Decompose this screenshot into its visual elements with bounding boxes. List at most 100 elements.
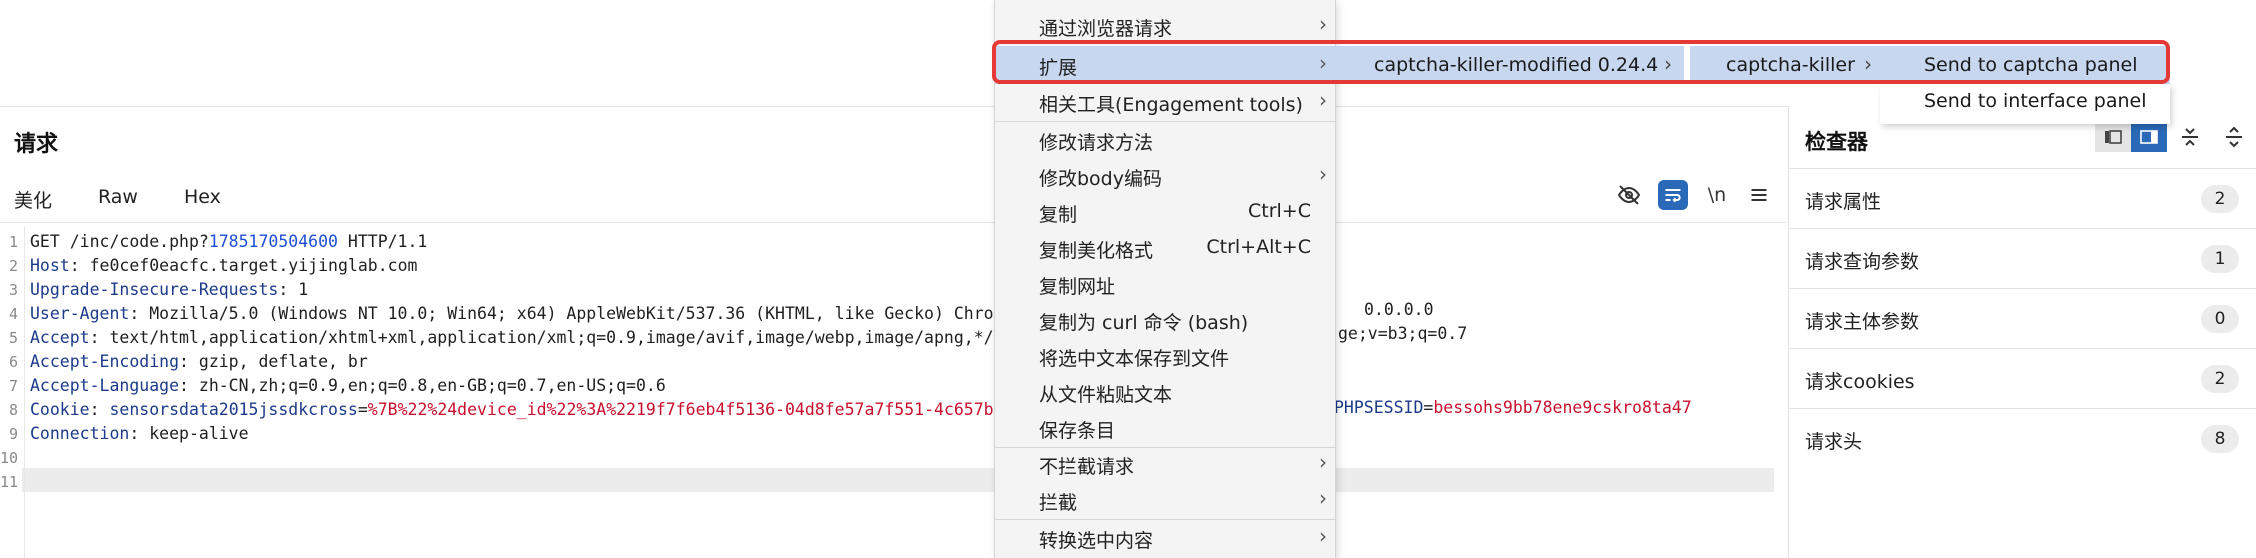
send-to-interface-panel[interactable]: Send to interface panel	[1880, 84, 2170, 124]
tab-pretty[interactable]: 美化	[14, 186, 52, 213]
menu-item-convert-selection[interactable]: 转换选中内容 ›	[995, 520, 1335, 556]
editor-line[interactable]: 3 Upgrade-Insecure-Requests: 1	[0, 278, 1786, 302]
token: Accept-Encoding	[30, 352, 180, 371]
action-label: Send to interface panel	[1924, 90, 2147, 112]
token: HTTP/1.1	[337, 232, 428, 251]
menu-item-label: 相关工具(Engagement tools)	[1039, 94, 1303, 116]
menu-item-paste-from-file[interactable]: 从文件粘贴文本	[995, 374, 1335, 410]
editor-line[interactable]: 9 Connection: keep-alive	[0, 422, 1786, 446]
token: %7B%22%24device_id%22%3A%2219f7f6eb4f513…	[367, 400, 994, 419]
token: Host	[30, 256, 70, 275]
line-text: Accept-Encoding: gzip, deflate, br	[30, 350, 368, 374]
menu-item-label: 复制	[1039, 204, 1078, 226]
tab-raw[interactable]: Raw	[98, 186, 138, 208]
wrap-lines-icon[interactable]	[1658, 180, 1688, 210]
line-number: 7	[8, 377, 18, 395]
inspector-row-label: 请求cookies	[1805, 371, 1915, 393]
editor-line[interactable]: 4 User-Agent: Mozilla/5.0 (Windows NT 10.…	[0, 302, 1786, 326]
line-number: 11	[0, 473, 19, 491]
menu-item-change-body-encoding[interactable]: 修改body编码 ›	[995, 158, 1335, 194]
line-text: Host: fe0cef0eacfc.target.yijinglab.com	[30, 254, 417, 278]
inspector-row-body-params[interactable]: 请求主体参数 0	[1789, 288, 2256, 349]
line-text: Accept: text/html,application/xhtml+xml,…	[30, 326, 994, 350]
expand-icon[interactable]	[2219, 122, 2249, 152]
menu-item-label: 转换选中内容	[1039, 530, 1154, 552]
line-text: User-Agent: Mozilla/5.0 (Windows NT 10.0…	[30, 302, 994, 326]
token: GET /inc/code.php?	[30, 232, 209, 251]
inspector-row-label: 请求头	[1805, 431, 1863, 453]
inspector-row-headers[interactable]: 请求头 8	[1789, 408, 2256, 469]
inspector-row-count: 2	[2201, 365, 2239, 393]
menu-item-save-selection[interactable]: 将选中文本保存到文件	[995, 338, 1335, 374]
line-number: 2	[8, 257, 18, 275]
request-editor[interactable]: 1 GET /inc/code.php?1785170504600 HTTP/1.…	[0, 226, 1786, 558]
layout-panel-icon[interactable]	[2131, 122, 2167, 152]
menu-item-shortcut: Ctrl+Alt+C	[1206, 236, 1311, 258]
editor-line[interactable]: 7 Accept-Language: zh-CN,zh;q=0.9,en;q=0.…	[0, 374, 1786, 398]
inspector-row-query-params[interactable]: 请求查询参数 1	[1789, 228, 2256, 289]
menu-icon[interactable]	[1744, 180, 1774, 210]
line-text: Accept-Language: zh-CN,zh;q=0.9,en;q=0.8…	[30, 374, 666, 398]
menu-item-request-in-browser[interactable]: 通过浏览器请求 ›	[995, 8, 1335, 44]
token: : zh-CN,zh;q=0.9,en;q=0.8,en-GB;q=0.7,en…	[179, 376, 666, 395]
token: : Mozilla/5.0 (Windows NT 10.0; Win64; x…	[129, 304, 994, 323]
inspector-layout-toggle	[2095, 122, 2167, 152]
token: Accept-Language	[30, 376, 180, 395]
menu-item-copy[interactable]: 复制 Ctrl+C	[995, 194, 1335, 230]
show-newlines-button[interactable]: \n	[1702, 180, 1732, 210]
editor-line[interactable]: 5 Accept: text/html,application/xhtml+xml…	[0, 326, 1786, 350]
token: : keep-alive	[129, 424, 249, 443]
submenu-arrow-icon: ›	[1319, 450, 1327, 474]
menu-item-save-item[interactable]: 保存条目	[995, 410, 1335, 446]
submenu-arrow-icon: ›	[1319, 12, 1327, 36]
layout-list-icon[interactable]	[2095, 122, 2131, 152]
inspector-row-label: 请求查询参数	[1805, 251, 1920, 273]
line4-overflow: 0.0.0.0	[1364, 300, 1434, 319]
inspector-row-count: 2	[2201, 185, 2239, 213]
inspector-row-count: 8	[2201, 425, 2239, 453]
line-text: Connection: keep-alive	[30, 422, 249, 446]
token: Accept	[30, 328, 90, 347]
inspector-row-count: 1	[2201, 245, 2239, 273]
line-number: 6	[8, 353, 18, 371]
line-number: 10	[0, 449, 19, 467]
menu-item-label: 保存条目	[1039, 420, 1116, 442]
tab-hex[interactable]: Hex	[184, 186, 221, 208]
menu-item-copy-url[interactable]: 复制网址	[995, 266, 1335, 302]
line-number: 5	[8, 329, 18, 347]
editor-line[interactable]: 6 Accept-Encoding: gzip, deflate, br	[0, 350, 1786, 374]
menu-item-change-method[interactable]: 修改请求方法	[995, 122, 1335, 158]
menu-item-label: 复制网址	[1039, 276, 1116, 298]
submenu-arrow-icon: ›	[1319, 486, 1327, 510]
menu-item-label: 复制美化格式	[1039, 240, 1154, 262]
editor-line[interactable]: 10	[0, 446, 1786, 470]
collapse-icon[interactable]	[2175, 122, 2205, 152]
menu-item-label: 从文件粘贴文本	[1039, 384, 1173, 406]
editor-line[interactable]: 1 GET /inc/code.php?1785170504600 HTTP/1.…	[0, 230, 1786, 254]
submenu-arrow-icon: ›	[1319, 88, 1327, 112]
menu-item-label: 修改body编码	[1039, 168, 1162, 190]
line-number: 1	[8, 233, 18, 251]
line-number: 8	[8, 401, 18, 419]
menu-item-dont-intercept[interactable]: 不拦截请求 ›	[995, 446, 1335, 482]
line-number: 9	[8, 425, 18, 443]
token: Upgrade-Insecure-Requests	[30, 280, 279, 299]
token: : gzip, deflate, br	[179, 352, 368, 371]
inspector-row-request-attributes[interactable]: 请求属性 2	[1789, 168, 2256, 229]
menu-item-copy-pretty[interactable]: 复制美化格式 Ctrl+Alt+C	[995, 230, 1335, 266]
editor-line[interactable]: 2 Host: fe0cef0eacfc.target.yijinglab.com	[0, 254, 1786, 278]
token: : fe0cef0eacfc.target.yijinglab.com	[69, 256, 418, 275]
menu-item-intercept[interactable]: 拦截 ›	[995, 482, 1335, 518]
line-text: GET /inc/code.php?1785170504600 HTTP/1.1	[30, 230, 427, 254]
request-tabs: 美化 Raw Hex	[0, 176, 1786, 223]
inspector-row-cookies[interactable]: 请求cookies 2	[1789, 348, 2256, 409]
menu-item-label: 不拦截请求	[1039, 456, 1135, 478]
menu-item-copy-curl[interactable]: 复制为 curl 命令 (bash)	[995, 302, 1335, 338]
inspector-row-label: 请求属性	[1805, 191, 1882, 213]
editor-line[interactable]: 11	[0, 470, 1786, 494]
token: :	[89, 400, 110, 419]
menu-item-label: 通过浏览器请求	[1039, 18, 1173, 40]
inspector-row-label: 请求主体参数	[1805, 311, 1920, 333]
menu-item-engagement-tools[interactable]: 相关工具(Engagement tools) ›	[995, 84, 1335, 120]
hide-eye-icon[interactable]	[1614, 180, 1644, 210]
